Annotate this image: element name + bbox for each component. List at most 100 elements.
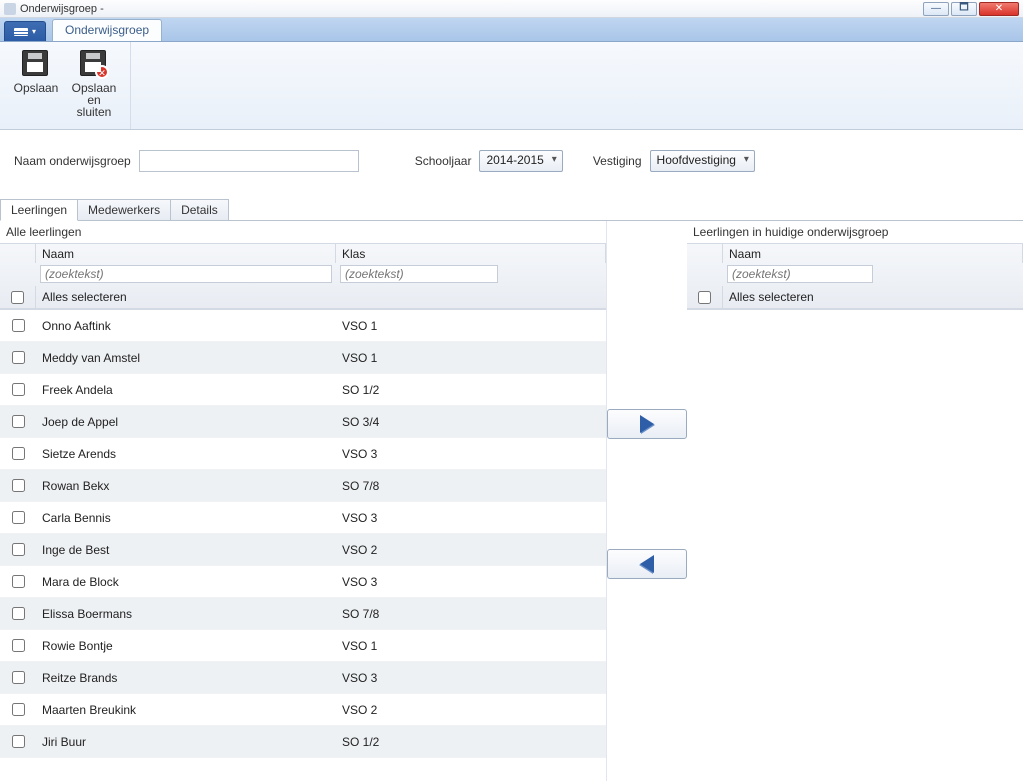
table-row[interactable]: Carla BennisVSO 3 — [0, 502, 606, 534]
minimize-button[interactable]: — — [923, 2, 949, 16]
row-name: Joep de Appel — [36, 415, 336, 429]
ribbon-tabs: ▾ Onderwijsgroep — [0, 18, 1023, 42]
row-checkbox[interactable] — [12, 479, 25, 492]
save-close-label: Opslaan en sluiten — [70, 82, 118, 118]
column-header-klas[interactable]: Klas — [336, 244, 606, 263]
row-checkbox[interactable] — [12, 383, 25, 396]
row-checkbox[interactable] — [12, 575, 25, 588]
row-name: Jiri Buur — [36, 735, 336, 749]
row-checkbox[interactable] — [12, 351, 25, 364]
all-students-rows[interactable]: Onno AaftinkVSO 1Meddy van AmstelVSO 1Fr… — [0, 310, 606, 768]
select-all-checkbox-right[interactable] — [698, 291, 711, 304]
table-row[interactable]: Onno AaftinkVSO 1 — [0, 310, 606, 342]
save-icon — [22, 50, 50, 78]
row-klas: VSO 2 — [336, 543, 606, 557]
tab-details[interactable]: Details — [170, 199, 229, 220]
location-dropdown[interactable]: Hoofdvestiging — [650, 150, 755, 172]
row-name: Maarten Breukink — [36, 703, 336, 717]
location-label: Vestiging — [593, 154, 642, 168]
table-row[interactable]: Joep de AppelSO 3/4 — [0, 406, 606, 438]
row-klas: VSO 3 — [336, 671, 606, 685]
row-klas: SO 7/8 — [336, 607, 606, 621]
group-students-rows[interactable] — [687, 310, 1023, 768]
save-and-close-button[interactable]: ✕ Opslaan en sluiten — [68, 46, 120, 127]
select-all-checkbox[interactable] — [11, 291, 24, 304]
row-checkbox[interactable] — [12, 607, 25, 620]
ribbon-tab-onderwijsgroep[interactable]: Onderwijsgroep — [52, 19, 162, 41]
table-row[interactable]: Sietze ArendsVSO 3 — [0, 438, 606, 470]
table-row[interactable]: Freek AndelaSO 1/2 — [0, 374, 606, 406]
search-klas-input[interactable] — [340, 265, 498, 283]
window-title: Onderwijsgroep - — [20, 3, 923, 15]
search-name-input[interactable] — [40, 265, 332, 283]
table-row[interactable]: Elissa BoermansSO 7/8 — [0, 598, 606, 630]
table-row[interactable]: Maarten BreukinkVSO 2 — [0, 694, 606, 726]
row-klas: VSO 1 — [336, 319, 606, 333]
maximize-button[interactable]: 🗖 — [951, 2, 977, 16]
table-row[interactable]: Meddy van AmstelVSO 1 — [0, 342, 606, 374]
form-row: Naam onderwijsgroep Schooljaar 2014-2015… — [0, 130, 1023, 192]
app-menu-button[interactable]: ▾ — [4, 21, 46, 41]
row-checkbox[interactable] — [12, 639, 25, 652]
column-header-name-right[interactable]: Naam — [723, 244, 1023, 263]
detail-tabs: Leerlingen Medewerkers Details — [0, 198, 1023, 221]
row-checkbox[interactable] — [12, 447, 25, 460]
row-name: Reitze Brands — [36, 671, 336, 685]
table-row[interactable]: Reitze BrandsVSO 3 — [0, 662, 606, 694]
save-label: Opslaan — [14, 82, 59, 94]
title-bar: Onderwijsgroep - — 🗖 ✕ — [0, 0, 1023, 18]
save-close-icon: ✕ — [80, 50, 108, 78]
row-checkbox[interactable] — [12, 511, 25, 524]
column-header-name[interactable]: Naam — [36, 244, 336, 263]
row-name: Rowie Bontje — [36, 639, 336, 653]
row-name: Meddy van Amstel — [36, 351, 336, 365]
row-name: Inge de Best — [36, 543, 336, 557]
row-klas: VSO 2 — [336, 703, 606, 717]
row-name: Elissa Boermans — [36, 607, 336, 621]
arrow-left-icon — [640, 555, 654, 573]
location-value: Hoofdvestiging — [657, 153, 736, 167]
select-all-label[interactable]: Alles selecteren — [36, 286, 606, 308]
group-students-title: Leerlingen in huidige onderwijsgroep — [687, 221, 1023, 243]
schoolyear-label: Schooljaar — [415, 154, 472, 168]
ribbon-toolbar: Opslaan ✕ Opslaan en sluiten — [0, 42, 1023, 130]
row-checkbox[interactable] — [12, 703, 25, 716]
table-row[interactable]: Mara de BlockVSO 3 — [0, 566, 606, 598]
row-klas: VSO 1 — [336, 639, 606, 653]
row-checkbox[interactable] — [12, 319, 25, 332]
table-row[interactable]: Jiri BuurSO 1/2 — [0, 726, 606, 758]
schoolyear-dropdown[interactable]: 2014-2015 — [479, 150, 562, 172]
app-icon — [4, 3, 16, 15]
move-left-button[interactable] — [607, 549, 687, 579]
row-klas: VSO 1 — [336, 351, 606, 365]
body: Alle leerlingen Naam Klas Alles selecter… — [0, 221, 1023, 781]
select-all-label-right[interactable]: Alles selecteren — [723, 286, 1023, 308]
tab-medewerkers[interactable]: Medewerkers — [77, 199, 171, 220]
row-checkbox[interactable] — [12, 543, 25, 556]
row-klas: SO 1/2 — [336, 735, 606, 749]
group-students-header: Naam Alles selecteren — [687, 243, 1023, 310]
name-label: Naam onderwijsgroep — [14, 154, 131, 168]
table-row[interactable]: Rowie BontjeVSO 1 — [0, 630, 606, 662]
row-checkbox[interactable] — [12, 735, 25, 748]
schoolyear-value: 2014-2015 — [486, 153, 543, 167]
row-checkbox[interactable] — [12, 415, 25, 428]
table-row[interactable]: Inge de BestVSO 2 — [0, 534, 606, 566]
tab-leerlingen[interactable]: Leerlingen — [0, 199, 78, 221]
all-students-panel: Alle leerlingen Naam Klas Alles selecter… — [0, 221, 607, 781]
window-controls: — 🗖 ✕ — [923, 2, 1019, 16]
row-checkbox[interactable] — [12, 671, 25, 684]
row-klas: VSO 3 — [336, 511, 606, 525]
name-input[interactable] — [139, 150, 359, 172]
row-klas: SO 7/8 — [336, 479, 606, 493]
chevron-down-icon: ▾ — [32, 27, 36, 36]
row-klas: SO 3/4 — [336, 415, 606, 429]
save-button[interactable]: Opslaan — [10, 46, 62, 127]
table-row[interactable]: Rowan BekxSO 7/8 — [0, 470, 606, 502]
arrow-right-icon — [640, 415, 654, 433]
search-name-input-right[interactable] — [727, 265, 873, 283]
move-right-button[interactable] — [607, 409, 687, 439]
row-klas: SO 1/2 — [336, 383, 606, 397]
row-name: Onno Aaftink — [36, 319, 336, 333]
close-button[interactable]: ✕ — [979, 2, 1019, 16]
